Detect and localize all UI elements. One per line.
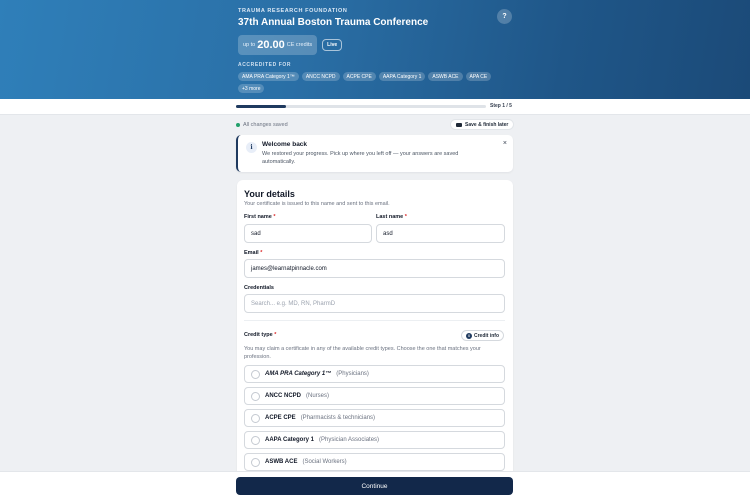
accreditation-chip: ASWB ACE bbox=[428, 72, 463, 81]
help-button[interactable]: ? bbox=[497, 9, 512, 24]
email-field[interactable]: james@learnatpinnacle.com bbox=[244, 259, 505, 278]
first-name-field[interactable]: sad bbox=[244, 224, 372, 243]
first-name-label: First name * bbox=[244, 214, 276, 220]
credit-option-name: AMA PRA Category 1™ bbox=[265, 371, 332, 377]
accreditation-chip: ACPE CPE bbox=[342, 72, 376, 81]
save-status: All changes saved bbox=[236, 122, 288, 128]
credit-option-aapa[interactable]: AAPA Category 1 (Physician Associates) bbox=[244, 431, 505, 449]
form-subtitle: Your certificate is issued to this name … bbox=[244, 201, 390, 207]
saved-status-dot-icon bbox=[236, 123, 240, 127]
last-name-label: Last name * bbox=[376, 214, 407, 220]
live-badge: Live bbox=[322, 39, 343, 51]
credit-option-audience: (Pharmacists & technicians) bbox=[300, 415, 376, 421]
accredited-label: ACCREDITED FOR bbox=[238, 62, 292, 68]
credit-option-name: ASWB ACE bbox=[265, 459, 298, 465]
credit-type-label: Credit type * bbox=[244, 332, 276, 338]
credit-option-audience: (Physicians) bbox=[336, 371, 369, 377]
required-mark: * bbox=[404, 214, 407, 220]
conference-header: TRAUMA RESEARCH FOUNDATION 37th Annual B… bbox=[0, 0, 750, 99]
continue-button[interactable]: Continue bbox=[236, 477, 513, 495]
credits-suffix: CE credits bbox=[286, 42, 313, 48]
conference-title: 37th Annual Boston Trauma Conference bbox=[238, 17, 429, 28]
credits-row: up to 20.00 CE credits Live bbox=[238, 35, 513, 55]
progress-track bbox=[236, 105, 486, 108]
credit-option-aswb[interactable]: ASWB ACE (Social Workers) bbox=[244, 453, 505, 471]
accreditation-chips: AMA PRA Category 1™ ANCC NCPD ACPE CPE A… bbox=[238, 72, 508, 93]
email-label: Email * bbox=[244, 250, 262, 256]
step-indicator: Step 1 / 5 bbox=[490, 103, 512, 109]
last-name-field[interactable]: asd bbox=[376, 224, 505, 243]
radio-button[interactable] bbox=[251, 391, 260, 401]
radio-button[interactable] bbox=[251, 435, 260, 445]
progress-fill bbox=[236, 105, 286, 108]
credit-option-ama[interactable]: AMA PRA Category 1™ (Physicians) bbox=[244, 365, 505, 383]
email-label-text: Email bbox=[244, 250, 259, 256]
credit-option-name: ACPE CPE bbox=[265, 415, 296, 421]
credentials-label: Credentials bbox=[244, 285, 274, 291]
required-mark: * bbox=[260, 250, 263, 256]
radio-button[interactable] bbox=[251, 413, 260, 423]
credit-option-audience: (Physician Associates) bbox=[319, 437, 380, 443]
info-icon: i bbox=[246, 142, 257, 153]
welcome-back-alert: i Welcome back We restored your progress… bbox=[236, 135, 513, 172]
save-status-text: All changes saved bbox=[243, 122, 288, 128]
radio-button[interactable] bbox=[251, 369, 260, 379]
required-mark: * bbox=[274, 332, 277, 338]
first-name-label-text: First name bbox=[244, 214, 272, 220]
credit-type-label-text: Credit type bbox=[244, 332, 273, 338]
required-mark: * bbox=[273, 214, 276, 220]
radio-button[interactable] bbox=[251, 457, 260, 467]
bottom-action-bar: Continue bbox=[0, 471, 750, 500]
accreditation-chip: APA CE bbox=[465, 72, 492, 81]
header-content: TRAUMA RESEARCH FOUNDATION 37th Annual B… bbox=[238, 8, 513, 93]
alert-title: Welcome back bbox=[262, 141, 308, 148]
credits-prefix: up to bbox=[243, 42, 256, 48]
credit-option-name: AAPA Category 1 bbox=[265, 437, 315, 443]
accreditation-chip: ANCC NCPD bbox=[301, 72, 340, 81]
last-name-label-text: Last name bbox=[376, 214, 404, 220]
envelope-icon bbox=[456, 122, 462, 127]
credit-option-ancc[interactable]: ANCC NCPD (Nurses) bbox=[244, 387, 505, 405]
credit-type-help: You may claim a certificate in any of th… bbox=[244, 346, 481, 360]
save-finish-later-button[interactable]: Save & finish later bbox=[450, 119, 515, 130]
credit-info-button[interactable]: i Credit info bbox=[461, 330, 504, 341]
accreditation-chip: AAPA Category 1 bbox=[378, 72, 426, 81]
credit-option-audience: (Social Workers) bbox=[302, 459, 347, 465]
credits-badge: up to 20.00 CE credits bbox=[238, 35, 318, 55]
credit-info-label: Credit info bbox=[474, 332, 499, 339]
section-divider bbox=[244, 320, 505, 321]
credit-option-audience: (Nurses) bbox=[306, 393, 330, 399]
info-icon: i bbox=[466, 332, 472, 339]
close-icon[interactable]: × bbox=[503, 140, 507, 147]
organization-name: TRAUMA RESEARCH FOUNDATION bbox=[238, 8, 348, 14]
form-title: Your details bbox=[244, 189, 295, 199]
save-finish-later-label: Save & finish later bbox=[465, 121, 509, 128]
credits-value: 20.00 bbox=[257, 39, 285, 51]
alert-body: We restored your progress. Pick up where… bbox=[262, 151, 459, 165]
credit-option-name: ANCC NCPD bbox=[265, 393, 301, 399]
accreditation-chip: AMA PRA Category 1™ bbox=[238, 72, 299, 81]
progress-bar-section: Step 1 / 5 bbox=[0, 99, 750, 115]
credentials-search-input[interactable]: Search... e.g. MD, RN, PharmD bbox=[244, 294, 505, 313]
credit-option-acpe[interactable]: ACPE CPE (Pharmacists & technicians) bbox=[244, 409, 505, 427]
more-accreditations-button[interactable]: +3 more bbox=[238, 84, 265, 93]
details-form-card: Your details Your certificate is issued … bbox=[237, 180, 513, 480]
